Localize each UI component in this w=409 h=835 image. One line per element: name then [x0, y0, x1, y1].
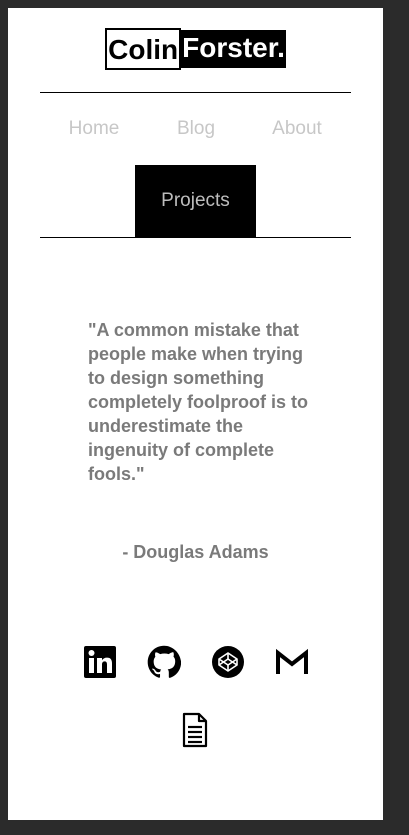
linkedin-icon[interactable] — [83, 645, 117, 679]
nav-home-link[interactable]: Home — [48, 118, 140, 140]
nav-top-divider — [40, 92, 351, 93]
gmail-icon[interactable] — [275, 645, 309, 679]
nav-about-link[interactable]: About — [251, 118, 343, 140]
site-logo[interactable]: Colin Forster. — [8, 28, 383, 70]
nav-bottom-divider — [40, 237, 351, 238]
page: Colin Forster. Home Blog About Projects "… — [8, 8, 383, 820]
nav-projects-link[interactable]: Projects — [135, 165, 256, 237]
quote-author: - Douglas Adams — [122, 542, 269, 562]
logo-last-name: Forster. — [181, 30, 286, 68]
github-icon[interactable] — [147, 645, 181, 679]
resume-document-icon[interactable] — [178, 712, 212, 748]
nav-blog-link[interactable]: Blog — [150, 118, 242, 140]
logo-first-name: Colin — [105, 28, 182, 70]
codepen-icon[interactable] — [211, 645, 245, 679]
quote-text: "A common mistake that people make when … — [88, 320, 309, 484]
